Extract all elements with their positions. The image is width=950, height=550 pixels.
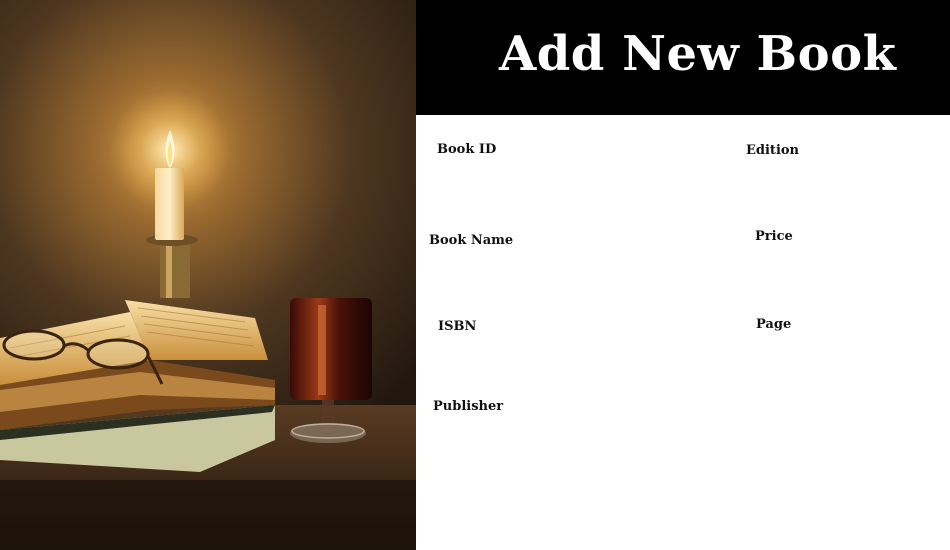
page-count-field[interactable] xyxy=(756,338,910,362)
header-bar: Add New Book xyxy=(416,0,950,115)
add-book-form: Book ID Book Name ISBN Publisher Edition… xyxy=(416,115,950,550)
book-name-label: Book Name xyxy=(429,233,514,248)
publisher-field[interactable] xyxy=(433,420,587,444)
price-label: Price xyxy=(755,229,793,244)
candle-books-image xyxy=(0,0,416,550)
page-label: Page xyxy=(756,317,792,332)
book-name-field[interactable] xyxy=(429,254,583,278)
publisher-label: Publisher xyxy=(433,399,504,414)
edition-label: Edition xyxy=(746,143,800,158)
book-id-label: Book ID xyxy=(437,142,497,157)
isbn-label: ISBN xyxy=(438,319,477,334)
price-field[interactable] xyxy=(755,250,909,274)
edition-field[interactable] xyxy=(746,164,900,188)
isbn-field[interactable] xyxy=(438,340,592,364)
page-title: Add New Book xyxy=(499,26,897,82)
book-id-field[interactable] xyxy=(437,163,591,187)
